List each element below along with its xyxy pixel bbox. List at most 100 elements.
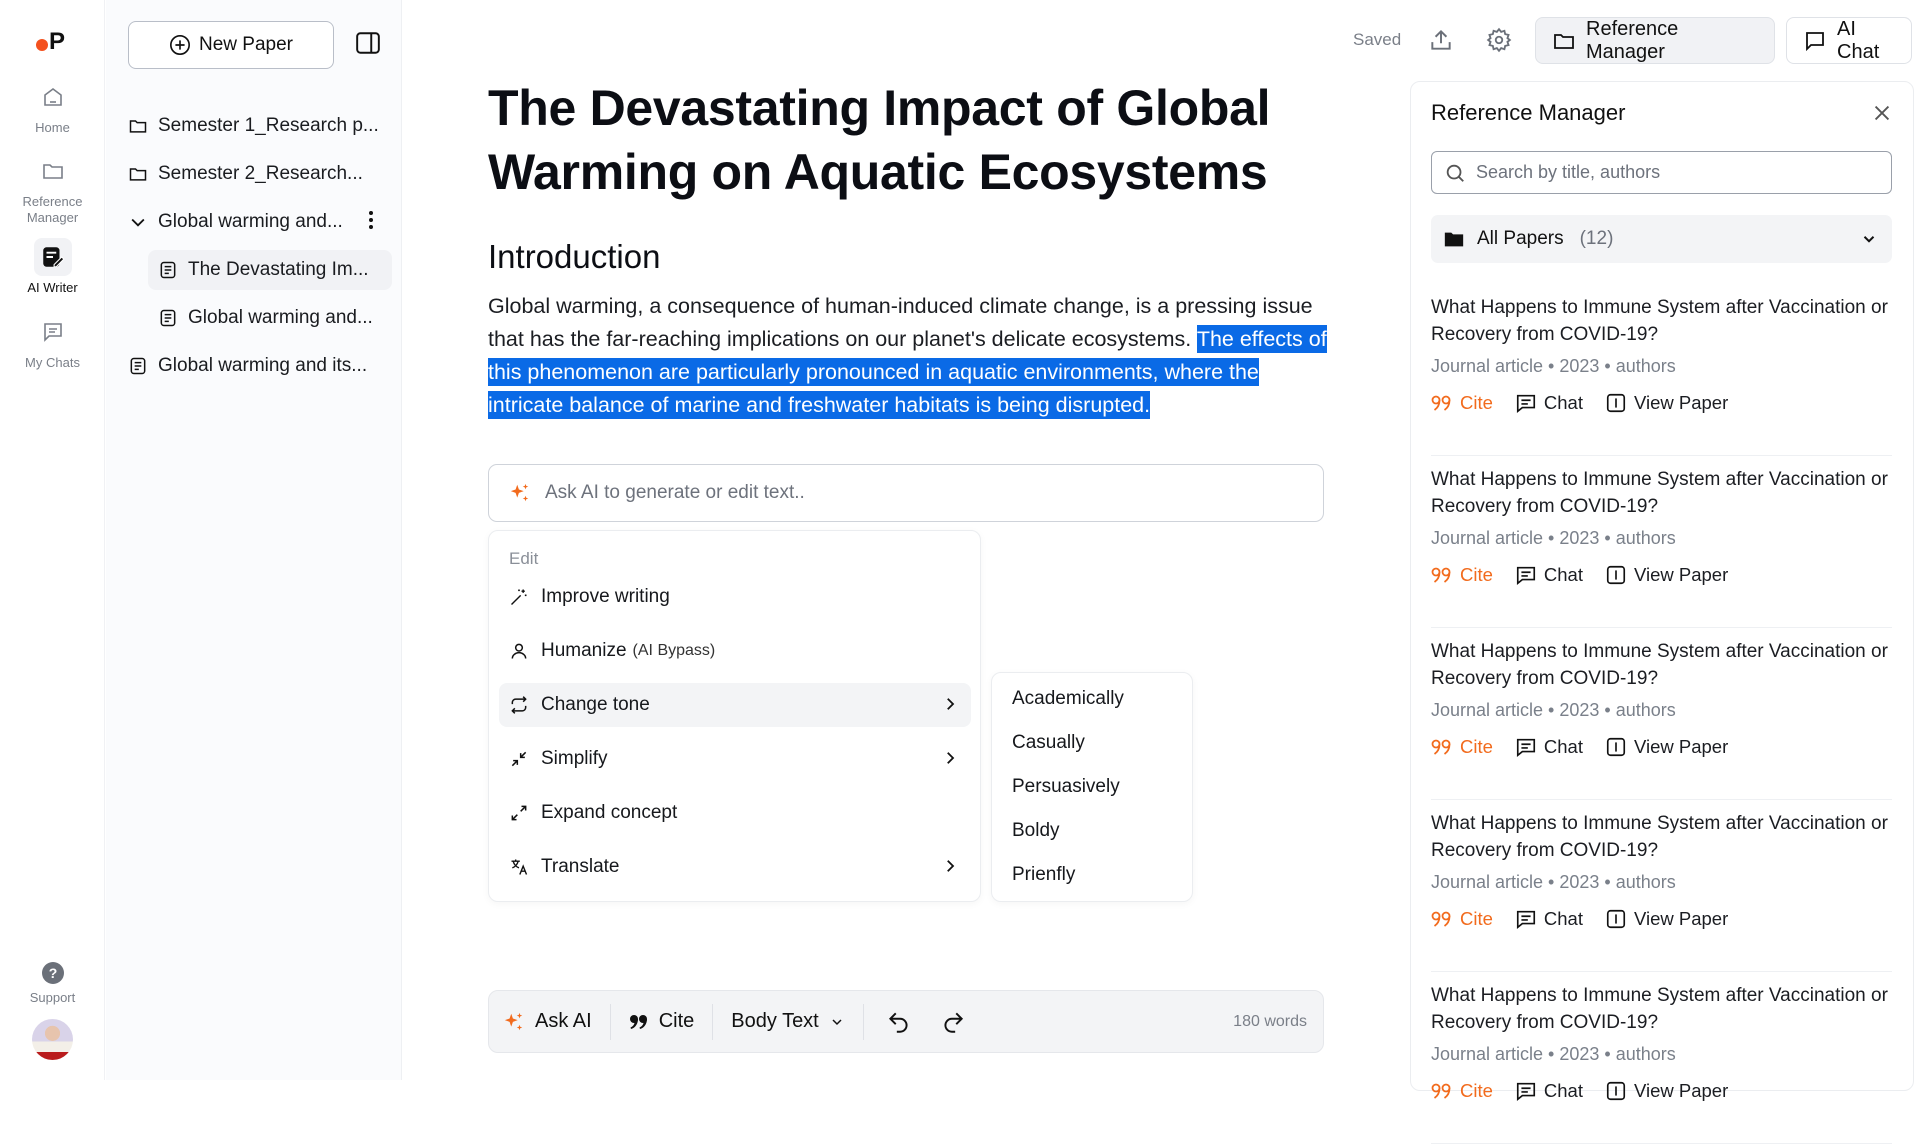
- tree-doc[interactable]: Global warming and its...: [128, 346, 367, 386]
- text-style-dropdown[interactable]: Body Text: [713, 991, 862, 1052]
- tree-folder[interactable]: Semester 1_Research p...: [128, 106, 379, 146]
- ask-ai-input[interactable]: [545, 482, 1285, 504]
- view-paper-button[interactable]: View Paper: [1605, 392, 1728, 414]
- reference-title[interactable]: What Happens to Immune System after Vacc…: [1431, 294, 1891, 348]
- menu-item-simplify[interactable]: Simplify: [499, 737, 971, 781]
- tree-folder[interactable]: Semester 2_Research...: [128, 154, 363, 194]
- ask-ai-button[interactable]: Ask AI: [489, 991, 610, 1052]
- view-paper-button[interactable]: View Paper: [1605, 1080, 1728, 1102]
- cite-button[interactable]: Cite: [1431, 1080, 1493, 1102]
- quote-icon: [1431, 910, 1453, 928]
- tone-option[interactable]: Casually: [1012, 732, 1085, 754]
- dropdown-value: Body Text: [731, 1010, 819, 1032]
- cite-button[interactable]: Cite: [1431, 564, 1493, 586]
- svg-text:?: ?: [48, 965, 57, 981]
- rail-item-reference-manager[interactable]: Reference Manager: [0, 152, 105, 226]
- button-label: Ask AI: [535, 1010, 592, 1032]
- view-paper-button[interactable]: View Paper: [1605, 564, 1728, 586]
- undo-icon: [886, 1009, 912, 1035]
- papers-filter-dropdown[interactable]: All Papers (12): [1431, 215, 1892, 263]
- cite-button[interactable]: Cite: [1431, 392, 1493, 414]
- reference-title[interactable]: What Happens to Immune System after Vacc…: [1431, 982, 1891, 1036]
- tone-option[interactable]: Prienfly: [1012, 864, 1075, 886]
- pen-icon: [33, 238, 72, 276]
- ask-ai-input-box[interactable]: [488, 464, 1324, 522]
- menu-item-humanize[interactable]: Humanize (AI Bypass): [499, 629, 971, 673]
- reference-manager-button[interactable]: Reference Manager: [1535, 17, 1775, 64]
- save-status: Saved: [1353, 30, 1402, 49]
- more-options-icon[interactable]: [368, 210, 374, 230]
- rail-item-my-chats[interactable]: My Chats: [0, 313, 105, 371]
- ai-edit-menu: Edit Improve writing Humanize (AI Bypass…: [488, 530, 981, 902]
- reference-meta: Journal article • 2023 • authors: [1431, 528, 1676, 548]
- rail-label: AI Writer: [27, 280, 78, 295]
- chat-button[interactable]: Chat: [1515, 736, 1583, 758]
- menu-item-change-tone[interactable]: Change tone: [499, 683, 971, 727]
- close-icon[interactable]: [1871, 102, 1893, 124]
- toggle-sidebar-icon[interactable]: [355, 30, 381, 56]
- button-label: Chat: [1543, 908, 1583, 929]
- menu-item-improve-writing[interactable]: Improve writing: [499, 575, 971, 619]
- chevron-right-icon: [941, 695, 959, 713]
- filter-label: All Papers: [1477, 228, 1564, 249]
- reference-title[interactable]: What Happens to Immune System after Vacc…: [1431, 638, 1891, 692]
- chat-button[interactable]: Chat: [1515, 1080, 1583, 1102]
- menu-item-translate[interactable]: Translate: [499, 845, 971, 889]
- reference-search-input[interactable]: [1476, 162, 1876, 183]
- tree-doc[interactable]: Global warming and...: [158, 298, 373, 338]
- button-label: View Paper: [1633, 392, 1729, 413]
- message-text-icon: [1515, 564, 1537, 586]
- rail-item-ai-writer[interactable]: AI Writer: [0, 238, 105, 296]
- reference-meta: Journal article • 2023 • authors: [1431, 1044, 1676, 1064]
- document-icon: [158, 308, 178, 328]
- section-heading[interactable]: Introduction: [488, 238, 660, 276]
- plus-circle-icon: [169, 34, 191, 56]
- quote-icon: [1431, 566, 1453, 584]
- book-open-icon: [1605, 908, 1627, 930]
- rail-item-support[interactable]: ? Support: [0, 960, 105, 1006]
- tone-option[interactable]: Boldy: [1012, 820, 1060, 842]
- folder-filled-icon: [1443, 228, 1465, 250]
- new-paper-button[interactable]: New Paper: [128, 21, 334, 69]
- button-label: View Paper: [1633, 736, 1729, 757]
- chevron-down-icon: [128, 212, 148, 232]
- reference-actions: Cite Chat View Paper: [1431, 564, 1728, 586]
- cite-button[interactable]: Cite: [1431, 736, 1493, 758]
- book-open-icon: [1605, 736, 1627, 758]
- share-upload-icon[interactable]: [1428, 27, 1454, 53]
- chat-button[interactable]: Chat: [1515, 908, 1583, 930]
- folder-icon: [128, 164, 148, 184]
- undo-button[interactable]: [864, 991, 926, 1052]
- paragraph[interactable]: Global warming, a consequence of human-i…: [488, 290, 1328, 422]
- cite-button[interactable]: Cite: [611, 991, 713, 1052]
- menu-section-label: Edit: [509, 549, 539, 568]
- button-label: View Paper: [1633, 908, 1729, 929]
- rail-item-home[interactable]: Home: [0, 78, 105, 136]
- redo-button[interactable]: [926, 991, 980, 1052]
- chat-button[interactable]: Chat: [1515, 392, 1583, 414]
- app-logo[interactable]: P: [36, 28, 65, 56]
- message-text-icon: [1515, 1080, 1537, 1102]
- reference-title[interactable]: What Happens to Immune System after Vacc…: [1431, 810, 1891, 864]
- document-title[interactable]: The Devastating Impact of Global Warming…: [488, 76, 1308, 204]
- reference-card: What Happens to Immune System after Vacc…: [1431, 456, 1892, 628]
- view-paper-button[interactable]: View Paper: [1605, 736, 1728, 758]
- cite-button[interactable]: Cite: [1431, 908, 1493, 930]
- tree-doc-selected[interactable]: The Devastating Im...: [148, 250, 392, 290]
- search-icon: [1444, 162, 1466, 184]
- settings-gear-icon[interactable]: [1486, 27, 1512, 53]
- ai-chat-button[interactable]: AI Chat: [1786, 17, 1912, 64]
- menu-item-expand-concept[interactable]: Expand concept: [499, 791, 971, 835]
- reference-search[interactable]: [1431, 151, 1892, 194]
- reference-title[interactable]: What Happens to Immune System after Vacc…: [1431, 466, 1891, 520]
- folder-icon: [34, 152, 72, 190]
- chat-button[interactable]: Chat: [1515, 564, 1583, 586]
- reference-card: What Happens to Immune System after Vacc…: [1431, 628, 1892, 800]
- rail-label: Home: [35, 120, 70, 135]
- view-paper-button[interactable]: View Paper: [1605, 908, 1728, 930]
- tree-folder-expanded[interactable]: Global warming and...: [128, 202, 343, 242]
- word-count: 180 words: [1233, 1012, 1307, 1030]
- user-avatar[interactable]: [32, 1019, 73, 1060]
- tone-option[interactable]: Academically: [1012, 688, 1124, 710]
- tone-option[interactable]: Persuasively: [1012, 776, 1120, 798]
